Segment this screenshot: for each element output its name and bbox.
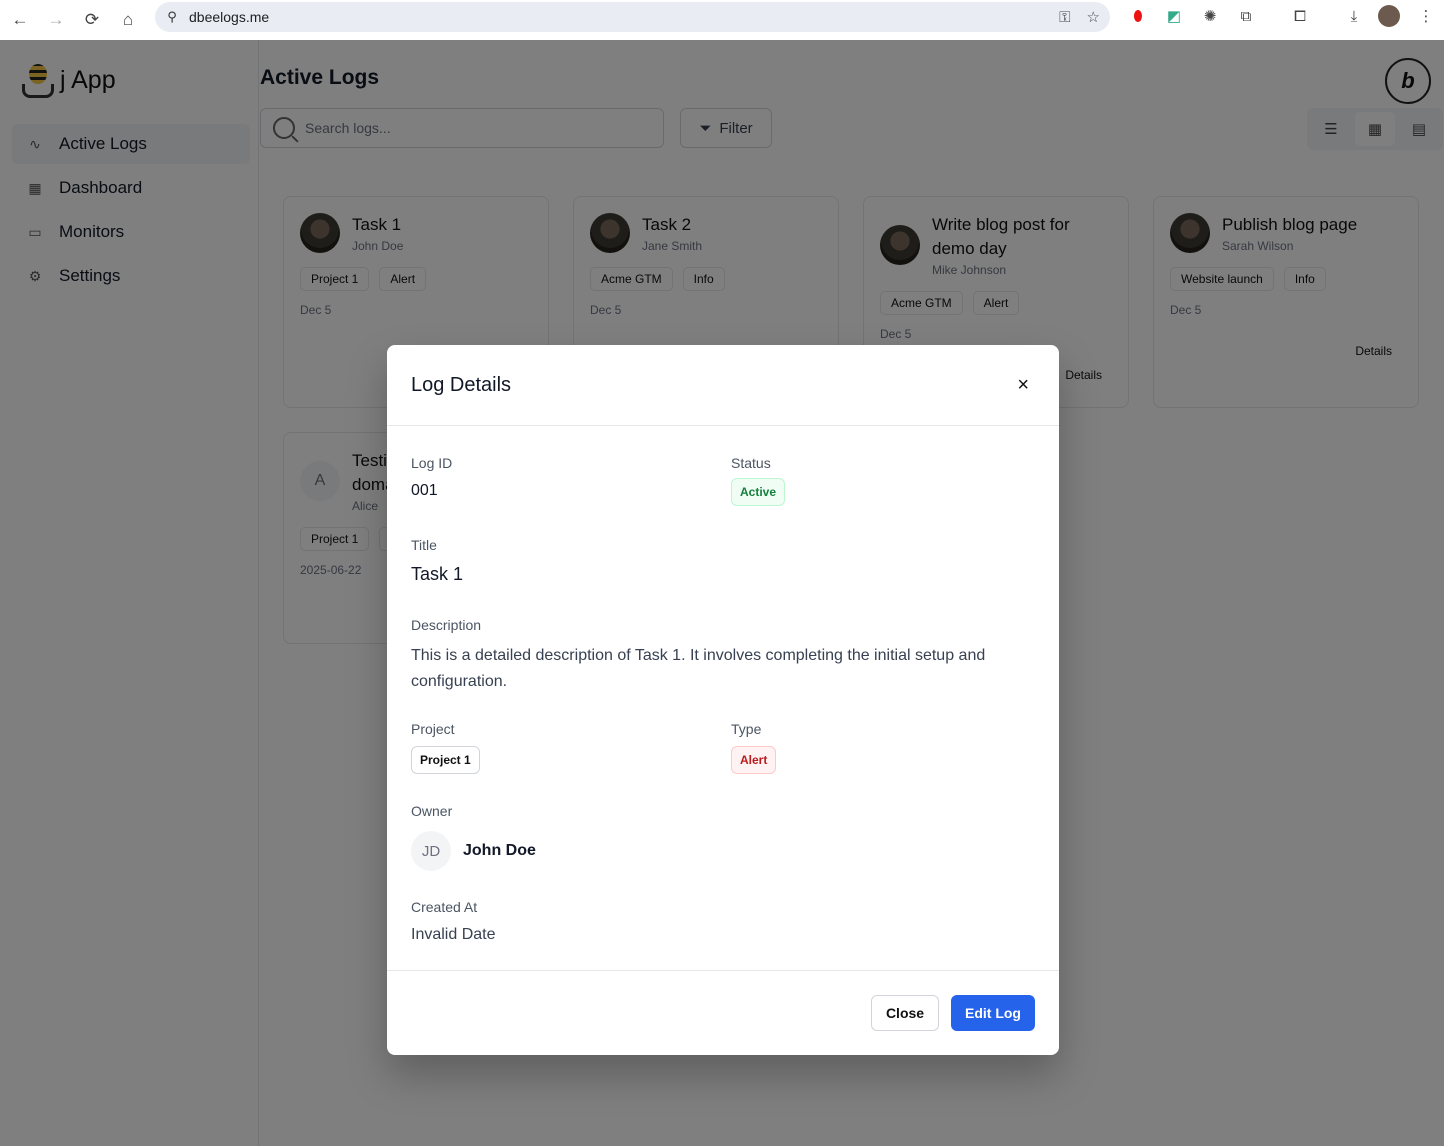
settings-extension-icon[interactable]: ✺ [1198, 4, 1222, 28]
modal-title: Log Details [411, 374, 512, 396]
extension-icon[interactable]: ◩ [1162, 4, 1186, 28]
opera-icon[interactable]: ⬮ [1126, 4, 1150, 28]
edit-log-button[interactable]: Edit Log [951, 995, 1035, 1031]
description-text: This is a detailed description of Task 1… [411, 647, 986, 690]
modal-footer: Close Edit Log [387, 970, 1059, 1055]
home-icon[interactable]: ⌂ [110, 4, 146, 36]
log-details-modal: Log Details × Log ID 001 Status Active T… [387, 345, 1059, 1055]
profile-avatar[interactable] [1378, 5, 1400, 27]
reload-icon[interactable]: ⟳ [74, 4, 110, 36]
type-badge: Alert [731, 746, 777, 774]
created-at-value: Invalid Date [411, 926, 496, 943]
close-icon[interactable]: × [1017, 373, 1029, 397]
url-text: dbeelogs.me [189, 9, 270, 25]
project-label: Project [411, 721, 455, 737]
log-id-label: Log ID [411, 455, 453, 471]
close-button[interactable]: Close [871, 995, 939, 1031]
status-label: Status [731, 455, 771, 471]
puzzle-icon[interactable]: ⧉ [1234, 4, 1258, 28]
download-icon[interactable]: ⤓ [1342, 4, 1366, 28]
created-at-label: Created At [411, 899, 478, 915]
log-id-value: 001 [411, 482, 438, 499]
owner-name: John Doe [463, 842, 536, 859]
owner-label: Owner [411, 803, 453, 819]
type-label: Type [731, 721, 762, 737]
forward-icon[interactable]: → [38, 4, 74, 36]
browser-toolbar: ← → ⟳ ⌂ ⚲ dbeelogs.me ⚿ ☆ ⬮ ◩ ✺ ⧉ ⧠ ⤓ ⋮ [0, 0, 1444, 40]
site-info-icon[interactable]: ⚲ [155, 9, 189, 25]
browser-menu-icon[interactable]: ⋮ [1414, 4, 1438, 28]
address-bar[interactable]: ⚲ dbeelogs.me ⚿ ☆ [155, 2, 1110, 32]
status-badge: Active [731, 478, 786, 506]
avatar: JD [411, 831, 451, 871]
project-badge: Project 1 [411, 746, 480, 774]
modal-header: Log Details × [387, 345, 1059, 426]
title-label: Title [411, 537, 437, 553]
description-label: Description [411, 617, 482, 633]
modal-body: Log ID 001 Status Active Title Task 1 De… [387, 426, 1059, 970]
back-icon[interactable]: ← [2, 4, 38, 36]
key-icon[interactable]: ⚿ [1059, 9, 1070, 26]
bookmark-star-icon[interactable]: ☆ [1087, 8, 1100, 26]
cast-icon[interactable]: ⧠ [1288, 4, 1312, 28]
task-title: Task 1 [411, 564, 464, 584]
